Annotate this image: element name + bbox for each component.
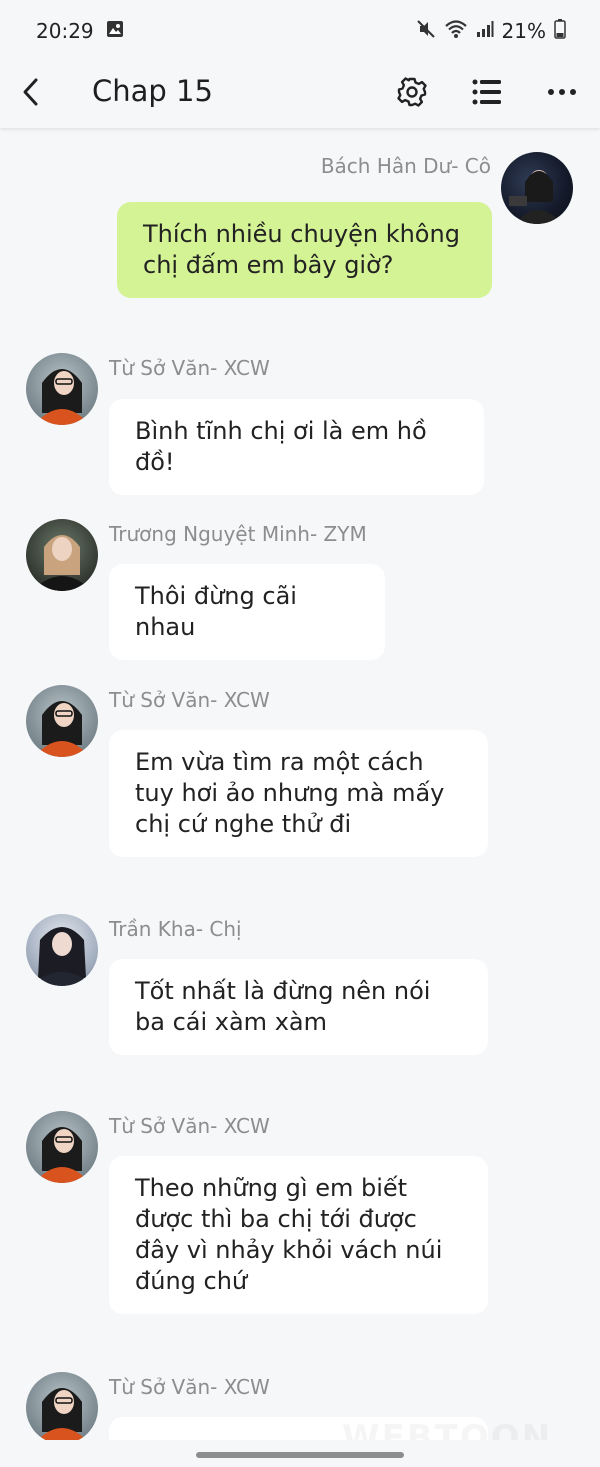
sender-name: Trần Kha- Chị: [109, 917, 242, 941]
chat-bubble: Em vừa tìm ra một cách tuy hơi ảo nhưng …: [109, 730, 488, 857]
more-horizontal-icon: [548, 89, 576, 95]
signal-icon: [476, 19, 494, 43]
sender-name: Từ Sở Văn- XCW: [109, 356, 270, 380]
avatar[interactable]: [26, 353, 98, 425]
chapter-list-button[interactable]: [467, 72, 507, 112]
settings-button[interactable]: [392, 72, 432, 112]
chat-bubble: Thích nhiều chuyện không chị đấm em bây …: [117, 202, 492, 298]
page-title: Chap 15: [92, 74, 213, 108]
status-bar: 20:29 21%: [0, 0, 600, 62]
avatar[interactable]: [26, 685, 98, 757]
gear-icon: [397, 77, 427, 107]
sender-name: Từ Sở Văn- XCW: [109, 1114, 270, 1138]
back-button[interactable]: [14, 72, 46, 112]
chat-bubble: Bình tĩnh chị ơi là em hồ đồ!: [109, 399, 484, 495]
list-icon: [472, 79, 501, 105]
battery-percentage: 21%: [501, 19, 546, 43]
watermark: WEBTOON: [342, 1418, 552, 1440]
sender-name: Bách Hân Dư- Cô: [320, 154, 491, 178]
sender-name: Từ Sở Văn- XCW: [109, 1375, 270, 1399]
battery-icon: [554, 18, 566, 44]
avatar[interactable]: [26, 1111, 98, 1183]
chat-thread[interactable]: Bách Hân Dư- Cô Thích nhiều chuyện không…: [0, 128, 600, 1440]
avatar[interactable]: [26, 519, 98, 591]
mute-icon: [416, 19, 436, 44]
more-options-button[interactable]: [542, 72, 582, 112]
chevron-left-icon: [23, 78, 38, 106]
wifi-icon: [444, 19, 468, 44]
chat-bubble: Tốt nhất là đừng nên nói ba cái xàm xàm: [109, 959, 488, 1055]
avatar[interactable]: [26, 914, 98, 986]
chat-bubble: Thôi đừng cãi nhau: [109, 564, 385, 660]
avatar[interactable]: [26, 1372, 98, 1440]
sender-name: Trương Nguyệt Minh- ZYM: [109, 522, 367, 546]
avatar[interactable]: [501, 152, 573, 224]
chat-bubble: Theo những gì em biết được thì ba chị tớ…: [109, 1156, 488, 1314]
clock: 20:29: [36, 19, 94, 43]
app-bar: Chap 15: [0, 62, 600, 128]
gallery-notification-icon: [106, 19, 124, 43]
sender-name: Từ Sở Văn- XCW: [109, 688, 270, 712]
home-indicator[interactable]: [196, 1452, 404, 1458]
